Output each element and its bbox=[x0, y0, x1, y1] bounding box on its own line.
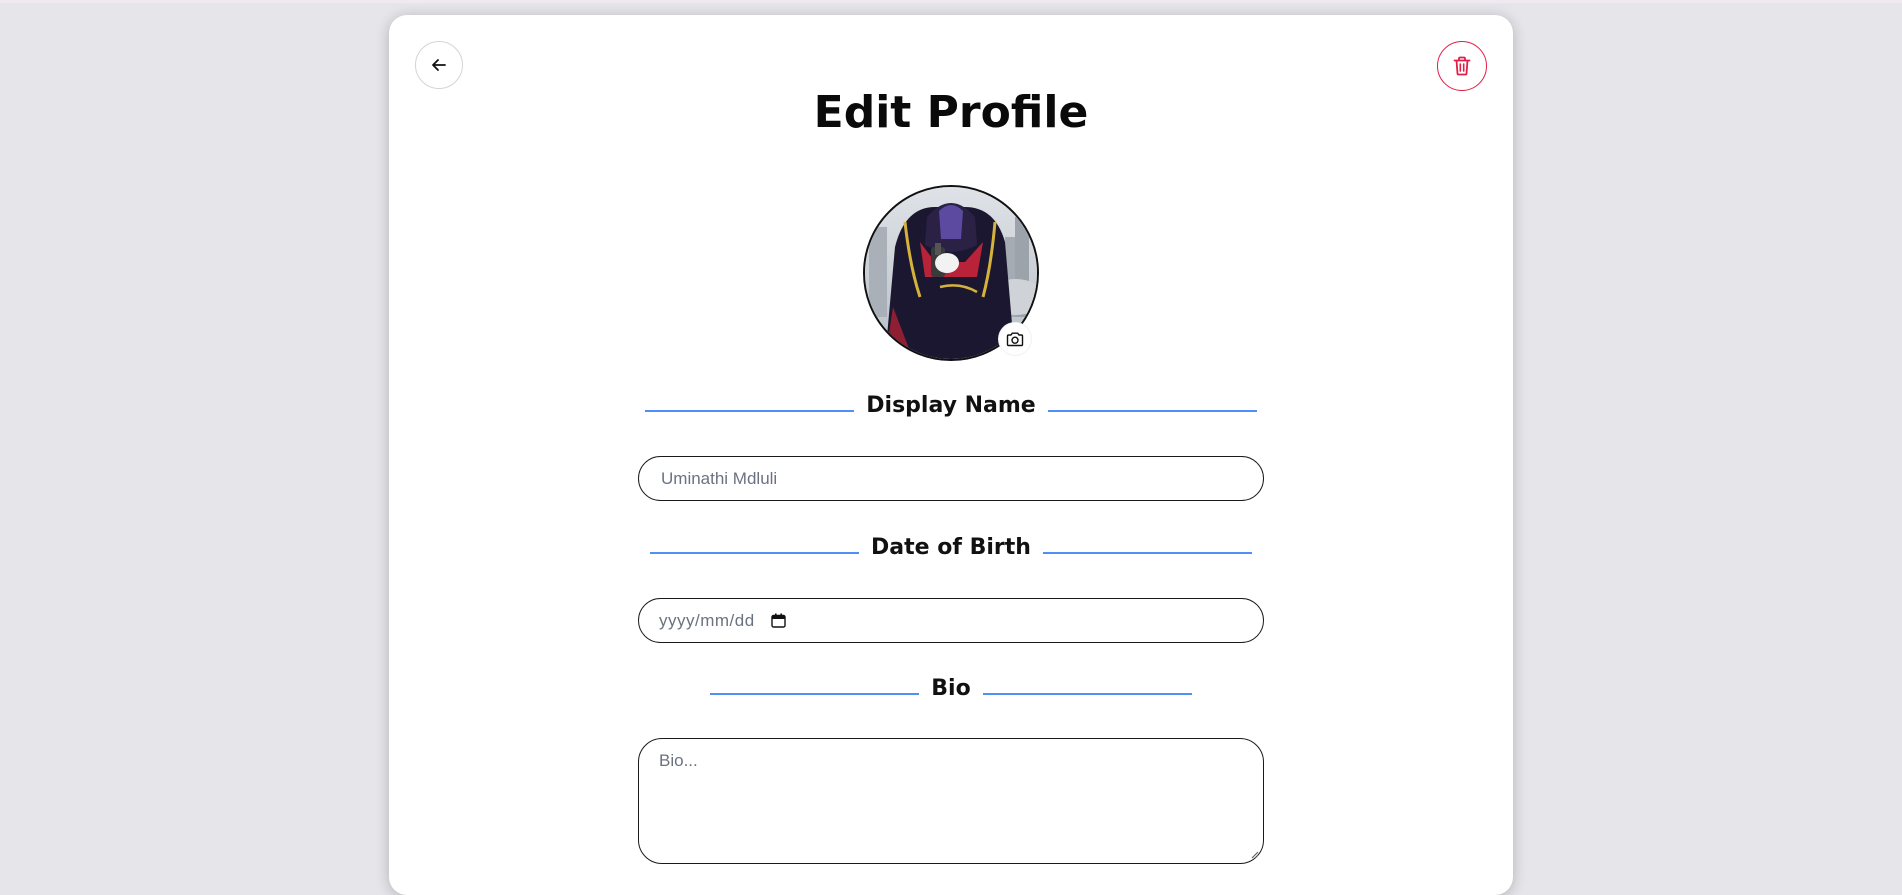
divider-left bbox=[645, 410, 855, 412]
date-of-birth-label: Date of Birth bbox=[871, 534, 1031, 560]
bio-heading: Bio bbox=[389, 673, 1513, 703]
edit-profile-card: Edit Profile Display Name Uminathi Mdlul… bbox=[389, 15, 1513, 895]
change-photo-button[interactable] bbox=[999, 323, 1031, 355]
date-of-birth-field[interactable]: yyyy/mm/dd bbox=[638, 598, 1264, 643]
display-name-input[interactable] bbox=[659, 467, 1263, 490]
camera-icon bbox=[1006, 332, 1024, 346]
bio-textarea[interactable]: Bio... bbox=[638, 738, 1264, 864]
divider-right bbox=[1047, 410, 1257, 412]
resize-grip-icon[interactable] bbox=[1249, 849, 1259, 859]
display-name-field[interactable] bbox=[638, 456, 1264, 501]
divider-right bbox=[982, 693, 1192, 695]
divider-right bbox=[1042, 552, 1252, 554]
date-placeholder: yyyy/mm/dd bbox=[659, 610, 755, 630]
divider-left bbox=[710, 693, 920, 695]
calendar-icon[interactable] bbox=[770, 613, 786, 628]
display-name-label: Display Name bbox=[866, 392, 1036, 418]
divider-left bbox=[650, 552, 860, 554]
bio-label: Bio bbox=[931, 675, 971, 701]
top-strip bbox=[0, 0, 1902, 3]
arrow-left-icon bbox=[432, 59, 446, 71]
page-title: Edit Profile bbox=[813, 87, 1089, 138]
date-of-birth-heading: Date of Birth bbox=[389, 532, 1513, 562]
avatar-container bbox=[863, 185, 1039, 361]
delete-profile-button[interactable] bbox=[1437, 41, 1487, 91]
bio-placeholder: Bio... bbox=[659, 751, 698, 770]
back-button[interactable] bbox=[415, 41, 463, 89]
trash-icon bbox=[1453, 56, 1471, 76]
display-name-heading: Display Name bbox=[389, 390, 1513, 420]
